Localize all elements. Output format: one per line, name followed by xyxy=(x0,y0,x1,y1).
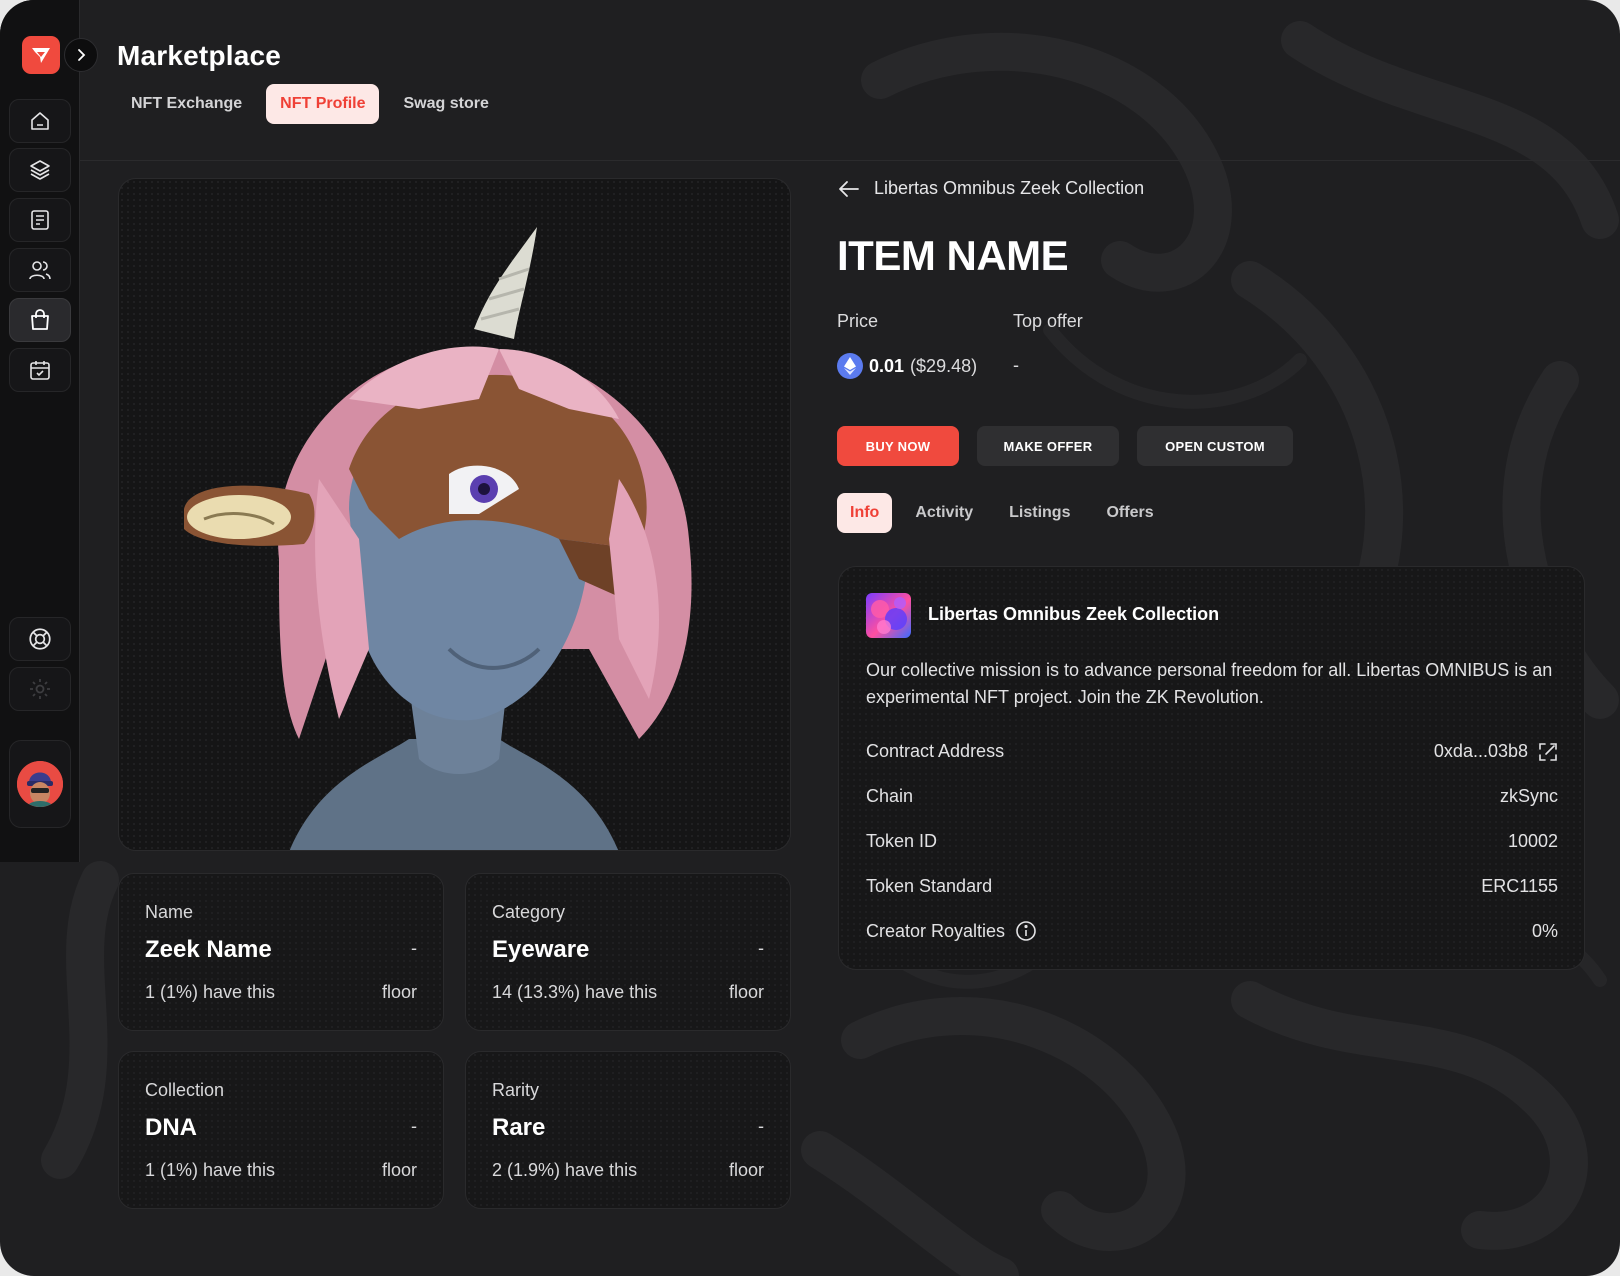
ethereum-icon xyxy=(837,353,863,379)
trait-floor: floor xyxy=(381,982,417,1002)
info-icon[interactable] xyxy=(1015,920,1037,942)
trait-label: Category xyxy=(492,902,566,922)
make-offer-button[interactable]: MAKE OFFER xyxy=(977,426,1119,466)
trait-value: Zeek Name xyxy=(145,936,272,963)
sidebar-item-support[interactable] xyxy=(9,617,71,661)
detail-row-contract: Contract Address 0xda...03b8 xyxy=(866,741,1558,762)
detail-key: Token Standard xyxy=(866,876,993,896)
marketplace-tabs: NFT Exchange NFT Profile Swag store xyxy=(117,84,503,124)
detail-key-wrap: Creator Royalties xyxy=(866,920,1037,942)
detail-key: Creator Royalties xyxy=(866,920,1006,941)
trait-price: - xyxy=(411,1116,417,1136)
arrow-left-icon xyxy=(839,180,859,197)
open-custom-button[interactable]: OPEN CUSTOM xyxy=(1137,426,1293,466)
trait-floor: floor xyxy=(381,1160,417,1180)
price-value: 0.01 xyxy=(869,355,905,376)
sidebar-expand-button[interactable] xyxy=(64,38,98,72)
brand-logo[interactable] xyxy=(22,36,60,74)
document-icon xyxy=(31,210,49,230)
external-link-icon[interactable] xyxy=(1538,742,1558,762)
trait-value: DNA xyxy=(145,1114,197,1141)
top-offer-value: - xyxy=(1013,355,1019,375)
detail-row-token-standard: Token Standard ERC1155 xyxy=(866,876,1558,897)
avatar xyxy=(17,761,63,807)
detail-key: Contract Address xyxy=(866,741,1005,761)
item-name: ITEM NAME xyxy=(837,232,1069,279)
tab-nft-profile[interactable]: NFT Profile xyxy=(266,84,380,124)
detail-value: zkSync xyxy=(1499,786,1558,806)
tab-swag-store[interactable]: Swag store xyxy=(389,84,502,124)
tab-activity[interactable]: Activity xyxy=(902,493,986,533)
gear-icon xyxy=(30,679,50,699)
sidebar-item-collections[interactable] xyxy=(9,148,71,192)
trait-value: Rare xyxy=(492,1114,546,1141)
collection-description: Our collective mission is to advance per… xyxy=(866,660,1553,707)
sidebar-item-users[interactable] xyxy=(9,248,71,292)
sidebar-item-home[interactable] xyxy=(9,99,71,143)
trait-card-collection: Collection DNA - 1 (1%) have this floor xyxy=(118,1051,444,1209)
trait-label: Collection xyxy=(145,1080,225,1100)
sidebar-item-marketplace[interactable] xyxy=(9,298,71,342)
sidebar xyxy=(0,0,98,862)
detail-value-wrap: 0xda...03b8 xyxy=(1434,741,1558,762)
buy-now-button[interactable]: BUY NOW xyxy=(837,426,959,466)
tab-nft-exchange[interactable]: NFT Exchange xyxy=(117,84,256,124)
detail-row-token-id: Token ID 10002 xyxy=(866,831,1558,852)
trait-floor: floor xyxy=(728,1160,764,1180)
collection-name: Libertas Omnibus Zeek Collection xyxy=(928,604,1220,624)
app-window: Marketplace NFT Exchange NFT Profile Swa… xyxy=(0,0,1620,1276)
trait-rarity-count: 2 (1.9%) have this xyxy=(492,1160,638,1180)
trait-floor: floor xyxy=(728,982,764,1002)
trait-rarity-count: 1 (1%) have this xyxy=(145,982,276,1002)
detail-row-chain: Chain zkSync xyxy=(866,786,1558,807)
logo-icon xyxy=(32,48,50,63)
sidebar-item-documents[interactable] xyxy=(9,198,71,242)
back-to-collection-link[interactable]: Libertas Omnibus Zeek Collection xyxy=(838,178,1144,199)
calendar-check-icon xyxy=(30,361,50,380)
trait-value: Eyeware xyxy=(492,936,590,963)
chevron-right-icon xyxy=(78,49,86,61)
price-display: 0.01 ($29.48) xyxy=(837,353,977,379)
shopping-bag-icon xyxy=(31,309,49,330)
collection-thumbnail xyxy=(866,593,911,638)
trait-card-rarity: Rarity Rare - 2 (1.9%) have this floor xyxy=(465,1051,791,1209)
trait-rarity-count: 14 (13.3%) have this xyxy=(492,982,658,1002)
sidebar-item-settings[interactable] xyxy=(9,667,71,711)
detail-value: 10002 xyxy=(1507,831,1558,851)
trait-rarity-count: 1 (1%) have this xyxy=(145,1160,276,1180)
price-usd: ($29.48) xyxy=(910,355,978,376)
detail-value: ERC1155 xyxy=(1481,876,1558,896)
item-tabs: Info Activity Listings Offers xyxy=(837,493,1167,533)
trait-card-name: Name Zeek Name - 1 (1%) have this floor xyxy=(118,873,444,1031)
nft-image[interactable] xyxy=(118,178,791,851)
detail-key: Token ID xyxy=(866,831,938,851)
tab-listings[interactable]: Listings xyxy=(996,493,1083,533)
sidebar-item-calendar[interactable] xyxy=(9,348,71,392)
trait-label: Rarity xyxy=(492,1080,540,1100)
trait-price: - xyxy=(758,1116,764,1136)
detail-value: 0% xyxy=(1531,920,1558,941)
detail-row-royalties: Creator Royalties 0% xyxy=(866,920,1558,942)
tab-info[interactable]: Info xyxy=(837,493,893,533)
trait-price: - xyxy=(411,938,417,958)
trait-price: - xyxy=(758,938,764,958)
trait-label: Name xyxy=(145,902,194,922)
layers-icon xyxy=(30,160,50,180)
contract-address[interactable]: 0xda...03b8 xyxy=(1434,741,1528,762)
trait-card-category: Category Eyeware - 14 (13.3%) have this … xyxy=(465,873,791,1031)
top-offer-label: Top offer xyxy=(1013,311,1083,331)
detail-key: Chain xyxy=(866,786,914,806)
collection-breadcrumb: Libertas Omnibus Zeek Collection xyxy=(874,178,1145,198)
user-profile[interactable] xyxy=(9,740,71,828)
nft-artwork xyxy=(184,227,692,850)
collection-info-card: Libertas Omnibus Zeek Collection Our col… xyxy=(838,566,1585,970)
price-label: Price xyxy=(837,311,879,331)
page-title: Marketplace xyxy=(117,40,282,71)
users-icon xyxy=(29,261,51,280)
header-divider xyxy=(80,160,1620,161)
home-icon xyxy=(31,112,49,130)
tab-offers[interactable]: Offers xyxy=(1093,493,1166,533)
lifebuoy-icon xyxy=(29,628,51,650)
